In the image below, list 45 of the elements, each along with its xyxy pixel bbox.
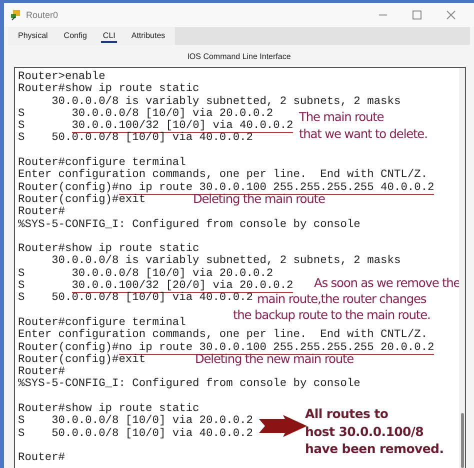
terminal-line: Router#show ip route static — [18, 83, 200, 96]
terminal-line: %SYS-5-CONFIG_I: Configured from console by console — [18, 378, 360, 391]
annotation-text: The main route — [299, 110, 384, 126]
terminal-line: Router#show ip route static — [18, 403, 200, 416]
tab[interactable]: Physical — [16, 30, 50, 42]
terminal-line: %SYS-5-CONFIG_I: Configured from console by console — [18, 218, 360, 231]
terminal-line: Router(config)#no ip route 30.0.0.100 255.255.255.255 20.0.0.2 — [18, 342, 434, 354]
terminal-line: Router(config)#exit — [18, 354, 146, 366]
terminal-line: S 30.0.0.100/32 [20/0] via 20.0.0.2 — [18, 280, 294, 292]
terminal-line: S 30.0.0.100/32 [10/0] via 40.0.0.2 — [18, 120, 294, 132]
terminal-line: S 30.0.0.0/8 [10/0] via 20.0.0.2 — [18, 268, 274, 280]
annotation-text: Deleting the main route — [193, 192, 325, 208]
terminal-line: Router# — [18, 452, 65, 464]
annotation-text: host 30.0.0.100/8 — [305, 424, 424, 440]
terminal-line: 30.0.0.0/8 is variably subnetted, 2 subnets, 2 masks — [50, 96, 401, 108]
annotation-text: that we want to delete. — [299, 127, 428, 143]
terminal-line: Router(config)#no ip route 30.0.0.100 255.255.255.255 40.0.0.2 — [18, 182, 434, 194]
terminal-line: S 50.0.0.0/8 [10/0] via 40.0.0.2 — [18, 428, 253, 440]
tab[interactable]: CLI — [100, 30, 118, 42]
terminal-line: Enter configuration commands, one per line. End with CNTL/Z. — [18, 169, 428, 182]
terminal-line: Router#show ip route static — [18, 243, 200, 256]
arrow-icon — [259, 415, 307, 437]
annotation-text: All routes to — [305, 406, 388, 422]
terminal-line: S 30.0.0.0/8 [10/0] via 20.0.0.2 — [18, 415, 253, 428]
terminal-line: S 50.0.0.0/8 [10/0] via 40.0.0.2 — [18, 292, 253, 305]
annotation-text: have been removed. — [305, 441, 444, 457]
annotation-text: the backup route to the main route. — [233, 308, 430, 324]
terminal-line: S 30.0.0.0/8 [10/0] via 20.0.0.2 — [18, 108, 274, 120]
terminal-line: S 50.0.0.0/8 [10/0] via 40.0.0.2 — [18, 132, 253, 145]
router-icon — [10, 9, 22, 21]
terminal-line: Router# — [18, 366, 65, 378]
window-title: Router0 — [26, 10, 60, 20]
terminal-line: Router(config)#exit — [18, 194, 146, 206]
terminal-line: Router#configure terminal — [18, 316, 186, 329]
terminal-line: Router# — [18, 206, 65, 219]
annotation-text: Deleting the new main route — [195, 352, 354, 368]
terminal-line: Router>enable — [18, 71, 106, 83]
tab[interactable]: Attributes — [129, 30, 168, 42]
annotation-text: main route,the router changes — [257, 292, 426, 308]
panel-title: IOS Command Line Interface — [186, 51, 292, 63]
tab[interactable]: Config — [62, 30, 89, 42]
terminal-line: 30.0.0.0/8 is variably subnetted, 2 subnets, 2 masks — [50, 255, 401, 268]
scrollbar[interactable] — [459, 68, 465, 468]
terminal-line: Router#configure terminal — [18, 157, 186, 170]
terminal-line: Enter configuration commands, one per line. End with CNTL/Z. — [18, 329, 428, 342]
